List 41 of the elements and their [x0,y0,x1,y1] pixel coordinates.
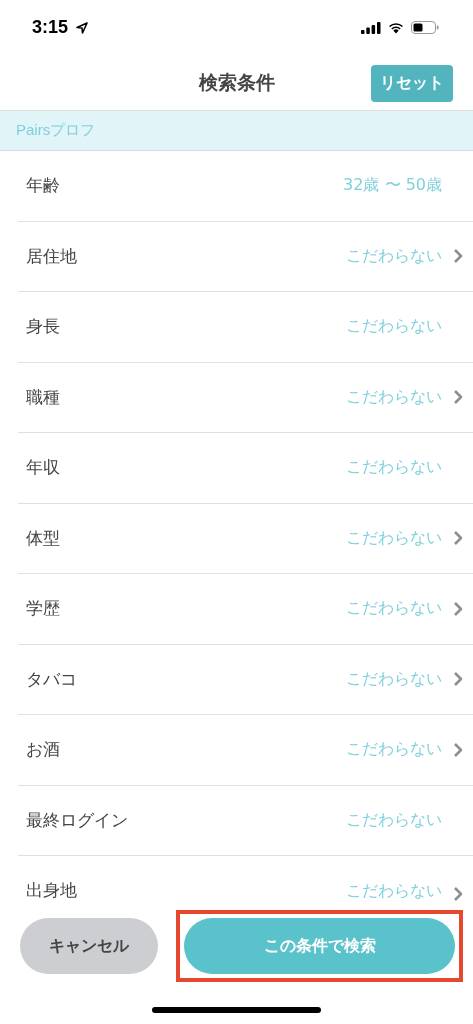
setting-row[interactable]: 学歴 こだわらない [18,574,473,645]
row-label: 居住地 [26,244,78,268]
row-value: こだわらない [346,881,442,902]
row-value: こだわらない [346,668,442,690]
row-label: お酒 [26,738,61,762]
row-label: 最終ログイン [26,808,129,832]
row-value: こだわらない [346,809,442,831]
row-value: 32歳 〜 50歳 [343,175,442,197]
setting-row[interactable]: タバコ こだわらない [18,644,473,715]
row-value: こだわらない [346,245,442,267]
row-value: こだわらない [346,598,442,620]
cancel-button[interactable]: キャンセル [20,918,158,974]
setting-row[interactable]: 年収 こだわらない [18,433,473,504]
wifi-icon [387,21,405,34]
setting-row[interactable]: 出身地 こだわらない [18,856,473,908]
row-value: こだわらない [346,316,442,338]
setting-row[interactable]: 最終ログイン こだわらない [18,785,473,856]
location-arrow-icon [76,21,89,34]
row-label: 出身地 [26,879,78,902]
battery-icon [411,21,439,34]
row-label: 体型 [26,526,61,550]
row-label: 学歴 [26,597,61,621]
setting-row[interactable]: お酒 こだわらない [18,715,473,786]
signal-icon [361,21,381,34]
setting-row[interactable]: 身長 こだわらない [18,292,473,363]
row-value: こだわらない [346,457,442,479]
setting-row[interactable]: 年齢 32歳 〜 50歳 [18,151,473,222]
row-label: タバコ [26,667,78,691]
row-label: 年齢 [26,174,61,198]
row-value: こだわらない [346,527,442,549]
setting-row[interactable]: 職種 こだわらない [18,362,473,433]
setting-row[interactable]: 体型 こだわらない [18,503,473,574]
setting-row[interactable]: 居住地 こだわらない [18,221,473,292]
status-time: 3:15 [32,17,69,38]
row-value: こだわらない [346,739,442,761]
row-label: 職種 [26,385,61,409]
screen-title: 検索条件 [198,69,275,95]
row-value: こだわらない [346,386,442,408]
row-label: 身長 [26,315,61,339]
section-title: Pairsプロフ [16,121,96,140]
row-label: 年収 [26,456,61,480]
